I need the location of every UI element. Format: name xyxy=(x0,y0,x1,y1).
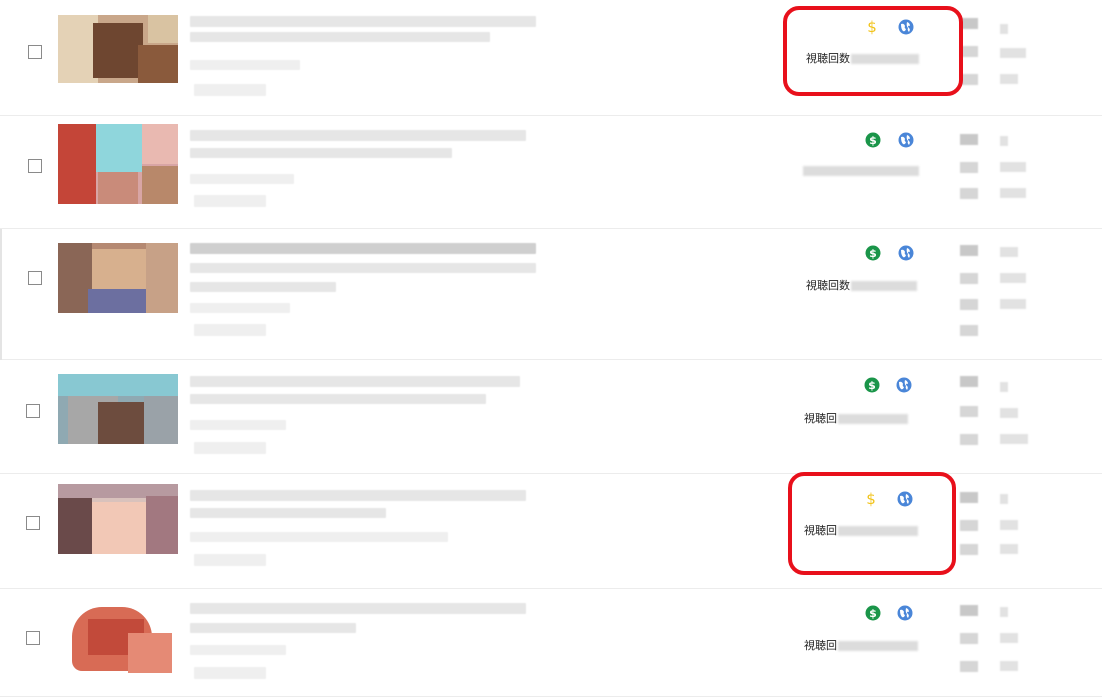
video-row[interactable]: $ 視聴回 xyxy=(0,589,1102,697)
stat-marker xyxy=(960,661,978,672)
video-list: $ 視聴回数 $ $ 視聴回数 $ 視聴回 $ 視聴回 $ 視聴回 xyxy=(0,0,1102,697)
stat-marker xyxy=(960,188,978,199)
stat-marker xyxy=(960,605,978,616)
green-dollar-icon[interactable]: $ xyxy=(865,132,881,148)
svg-text:$: $ xyxy=(869,607,877,620)
globe-icon[interactable] xyxy=(898,19,914,35)
svg-text:$: $ xyxy=(869,247,877,260)
stat-marker xyxy=(960,492,978,503)
stat-value xyxy=(1000,74,1018,84)
stat-value xyxy=(1000,247,1018,257)
stat-marker xyxy=(960,134,978,145)
svg-text:$: $ xyxy=(868,379,876,392)
stat-value xyxy=(1000,408,1018,418)
video-thumbnail[interactable] xyxy=(58,603,178,675)
stat-value xyxy=(1000,434,1028,444)
video-row[interactable]: $ xyxy=(0,116,1102,229)
stat-marker xyxy=(960,325,978,336)
svg-text:$: $ xyxy=(869,134,877,147)
green-dollar-icon[interactable]: $ xyxy=(865,245,881,261)
stat-value xyxy=(1000,24,1008,34)
view-count xyxy=(802,164,919,177)
stat-value xyxy=(1000,273,1026,283)
stat-value xyxy=(1000,382,1008,392)
stat-value xyxy=(1000,299,1026,309)
stat-value xyxy=(1000,544,1018,554)
stat-value xyxy=(1000,188,1026,198)
stat-marker xyxy=(960,520,978,531)
row-checkbox[interactable] xyxy=(28,45,42,59)
stat-marker xyxy=(960,434,978,445)
row-checkbox[interactable] xyxy=(28,159,42,173)
video-thumbnail[interactable] xyxy=(58,374,178,444)
view-count: 視聴回数 xyxy=(806,277,917,293)
stat-marker xyxy=(960,245,978,256)
view-count: 視聴回 xyxy=(804,522,918,538)
row-checkbox[interactable] xyxy=(26,631,40,645)
view-count: 視聴回 xyxy=(804,637,918,653)
stat-marker xyxy=(960,299,978,310)
video-row[interactable]: $ 視聴回数 xyxy=(0,229,1102,360)
globe-icon[interactable] xyxy=(897,605,913,621)
green-dollar-icon[interactable]: $ xyxy=(864,377,880,393)
yellow-dollar-icon[interactable]: $ xyxy=(863,491,879,507)
stat-marker xyxy=(960,633,978,644)
stat-marker xyxy=(960,406,978,417)
stat-marker xyxy=(960,74,978,85)
view-count: 視聴回 xyxy=(804,410,908,426)
stat-marker xyxy=(960,18,978,29)
row-checkbox[interactable] xyxy=(28,271,42,285)
stat-marker xyxy=(960,273,978,284)
globe-icon[interactable] xyxy=(897,491,913,507)
video-row[interactable]: $ 視聴回 xyxy=(0,360,1102,474)
stat-value xyxy=(1000,136,1008,146)
stat-marker xyxy=(960,544,978,555)
view-count: 視聴回数 xyxy=(806,50,919,66)
row-separator xyxy=(0,229,2,360)
yellow-dollar-icon[interactable]: $ xyxy=(864,19,880,35)
video-thumbnail[interactable] xyxy=(58,243,178,313)
stat-marker xyxy=(960,46,978,57)
svg-text:$: $ xyxy=(866,491,876,507)
video-thumbnail[interactable] xyxy=(58,124,178,204)
video-row[interactable]: $ 視聴回数 xyxy=(0,0,1102,116)
stat-marker xyxy=(960,162,978,173)
globe-icon[interactable] xyxy=(898,245,914,261)
stat-value xyxy=(1000,520,1018,530)
stat-marker xyxy=(960,376,978,387)
stat-value xyxy=(1000,661,1018,671)
globe-icon[interactable] xyxy=(898,132,914,148)
row-checkbox[interactable] xyxy=(26,404,40,418)
row-checkbox[interactable] xyxy=(26,516,40,530)
globe-icon[interactable] xyxy=(896,377,912,393)
stat-value xyxy=(1000,607,1008,617)
stat-value xyxy=(1000,494,1008,504)
video-thumbnail[interactable] xyxy=(58,484,178,554)
stat-value xyxy=(1000,633,1018,643)
green-dollar-icon[interactable]: $ xyxy=(865,605,881,621)
stat-value xyxy=(1000,162,1026,172)
stat-value xyxy=(1000,48,1026,58)
video-thumbnail[interactable] xyxy=(58,15,178,83)
video-row[interactable]: $ 視聴回 xyxy=(0,474,1102,589)
svg-text:$: $ xyxy=(867,19,877,35)
